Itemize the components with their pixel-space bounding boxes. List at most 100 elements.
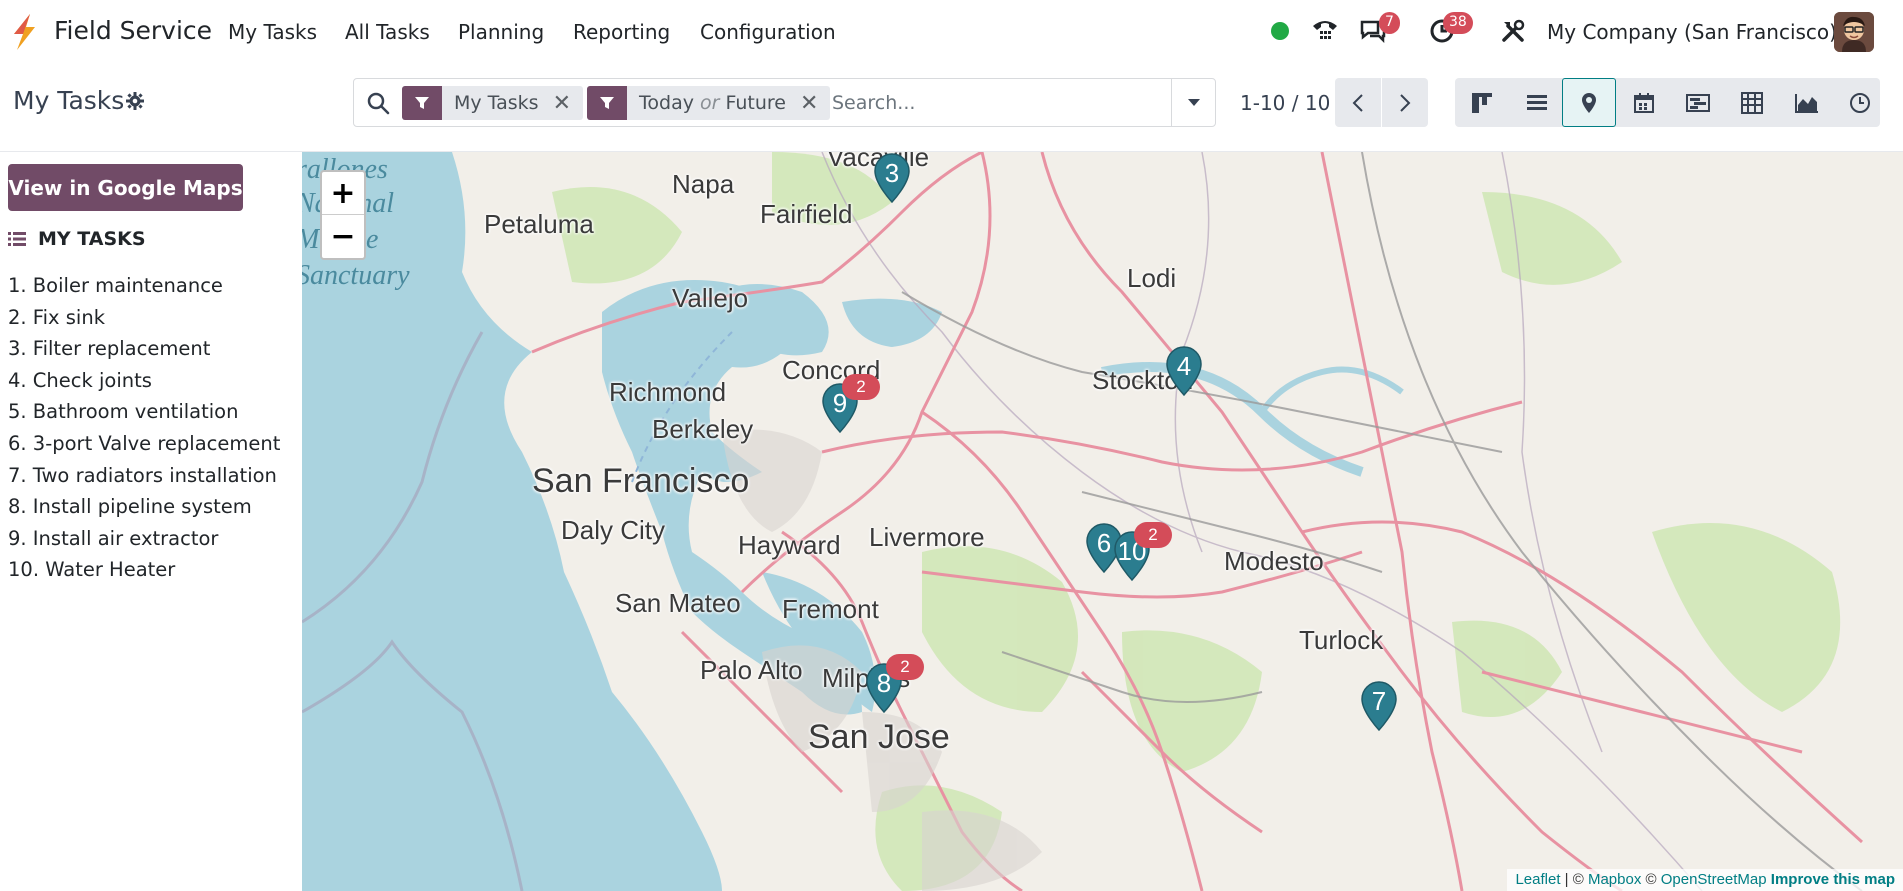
task-list-item[interactable]: 8. Install pipeline system	[8, 491, 280, 523]
remove-facet-icon[interactable]: ✕	[553, 91, 583, 116]
marker-count-badge: 2	[842, 374, 880, 400]
task-list-item[interactable]: 3. Filter replacement	[8, 333, 280, 365]
facet-my-tasks: My Tasks ✕	[402, 86, 584, 120]
search-input[interactable]	[832, 87, 1162, 119]
task-map-marker[interactable]: 10 2	[1112, 522, 1172, 582]
map-place-label: San Francisco	[532, 462, 750, 500]
task-list-item[interactable]: 1. Boiler maintenance	[8, 270, 280, 302]
task-list-item[interactable]: 5. Bathroom ventilation	[8, 396, 280, 428]
task-list-item[interactable]: 2. Fix sink	[8, 302, 280, 334]
task-list-header: MY TASKS	[8, 228, 146, 250]
map-place-label: Fairfield	[760, 199, 853, 229]
map-marker-icon	[1582, 92, 1596, 113]
leaflet-link[interactable]: Leaflet	[1515, 871, 1560, 888]
zoom-in-button[interactable]: +	[322, 172, 364, 215]
presence-status-icon	[1263, 14, 1297, 48]
openstreetmap-link[interactable]: OpenStreetMap	[1661, 871, 1767, 888]
pager-value[interactable]: 1-10 / 10	[1240, 91, 1330, 115]
search-options-toggle[interactable]	[1171, 79, 1215, 126]
map-place-label: Richmond	[609, 377, 727, 407]
gantt-view-button[interactable]	[1671, 78, 1725, 127]
pager-next-button[interactable]	[1382, 78, 1428, 127]
search-bar: My Tasks ✕ Today or Future ✕	[353, 78, 1216, 127]
marker-label: 4	[1176, 351, 1192, 381]
app-name[interactable]: Field Service	[54, 16, 212, 45]
phone-icon[interactable]	[1308, 14, 1342, 48]
menu-my-tasks[interactable]: My Tasks	[228, 20, 317, 44]
marker-label: 3	[884, 158, 900, 188]
task-list-item[interactable]: 4. Check joints	[8, 365, 280, 397]
task-list-item[interactable]: 7. Two radiators installation	[8, 460, 280, 492]
task-map-marker[interactable]: 82	[864, 654, 924, 714]
graph-view-button[interactable]	[1780, 78, 1834, 127]
facet-value-today: Today	[639, 92, 694, 114]
map-view-button[interactable]	[1562, 78, 1616, 127]
company-switcher[interactable]: My Company (San Francisco)	[1547, 20, 1837, 44]
chevron-right-icon	[1400, 93, 1411, 112]
map-place-label: Daly City	[561, 515, 666, 545]
filter-icon	[587, 86, 627, 120]
map-place-label: Livermore	[869, 522, 985, 552]
user-avatar[interactable]	[1834, 12, 1874, 52]
view-in-google-maps-button[interactable]: View in Google Maps	[8, 164, 243, 211]
area-chart-icon	[1795, 93, 1818, 113]
zoom-control: + −	[320, 170, 366, 260]
list-icon	[8, 232, 26, 246]
top-navbar: Field Service My Tasks All Tasks Plannin…	[0, 0, 1903, 62]
improve-map-link[interactable]: Improve this map	[1771, 871, 1895, 888]
messages-count-badge: 7	[1379, 12, 1400, 34]
attribution-separator: | ©	[1560, 871, 1588, 888]
list-view-button[interactable]	[1510, 78, 1564, 127]
map-place-label: Vallejo	[672, 283, 749, 313]
remove-facet-icon[interactable]: ✕	[800, 91, 830, 116]
menu-reporting[interactable]: Reporting	[573, 20, 670, 44]
activities-count-badge: 38	[1443, 12, 1473, 34]
marker-label: 7	[1371, 686, 1387, 716]
map-place-label: Napa	[672, 169, 735, 199]
pager-previous-button[interactable]	[1335, 78, 1381, 127]
gear-icon[interactable]	[126, 92, 144, 110]
task-map-marker[interactable]: 7	[1359, 680, 1399, 732]
map-place-label: Berkeley	[652, 414, 754, 444]
activity-view-button[interactable]	[1833, 78, 1887, 127]
map-place-label: Fremont	[782, 594, 879, 624]
facet-value-future: Future	[725, 92, 786, 114]
map-place-label: Turlock	[1299, 625, 1384, 655]
pivot-view-button[interactable]	[1725, 78, 1779, 127]
menu-all-tasks[interactable]: All Tasks	[345, 20, 430, 44]
map-attribution: Leaflet | © Mapbox © OpenStreetMap Impro…	[1507, 869, 1903, 891]
facet-or: or	[700, 92, 720, 114]
menu-planning[interactable]: Planning	[458, 20, 544, 44]
map-place-label: Palo Alto	[700, 655, 803, 685]
caret-down-icon	[1187, 98, 1200, 106]
calendar-icon	[1634, 92, 1654, 113]
list-icon	[1527, 94, 1547, 110]
menu-configuration[interactable]: Configuration	[700, 20, 836, 44]
mapbox-link[interactable]: Mapbox	[1588, 871, 1641, 888]
task-list-item[interactable]: 6. 3-port Valve replacement	[8, 428, 280, 460]
calendar-view-button[interactable]	[1617, 78, 1671, 127]
zoom-out-button[interactable]: −	[322, 215, 364, 258]
task-map-marker[interactable]: 3	[872, 152, 912, 204]
task-map-marker[interactable]: 4	[1164, 345, 1204, 397]
map-place-label: San Mateo	[615, 588, 741, 618]
marker-count-badge: 2	[886, 654, 924, 680]
gantt-icon	[1686, 93, 1710, 112]
task-list-item[interactable]: 9. Install air extractor	[8, 523, 280, 555]
map-place-label: Lodi	[1127, 263, 1177, 293]
task-list-item[interactable]: 10. Water Heater	[8, 554, 280, 586]
task-map-marker[interactable]: 92	[820, 374, 880, 434]
kanban-view-button[interactable]	[1455, 78, 1509, 127]
map-canvas[interactable]: Napa Fairfield Petaluma Vallejo Lodi Stockton…	[302, 152, 1903, 891]
field-service-logo-icon[interactable]	[8, 12, 40, 52]
attribution-separator: ©	[1641, 871, 1661, 888]
sanctuary-label: Sanctuary	[302, 260, 410, 291]
search-icon[interactable]	[366, 91, 390, 115]
chevron-left-icon	[1352, 93, 1363, 112]
facet-label: My Tasks	[454, 92, 539, 114]
page-title[interactable]: My Tasks	[13, 86, 124, 115]
kanban-icon	[1472, 92, 1492, 113]
tools-icon[interactable]	[1496, 14, 1530, 48]
marker-count-badge: 2	[1134, 522, 1172, 548]
map-place-label: Petaluma	[484, 209, 594, 239]
